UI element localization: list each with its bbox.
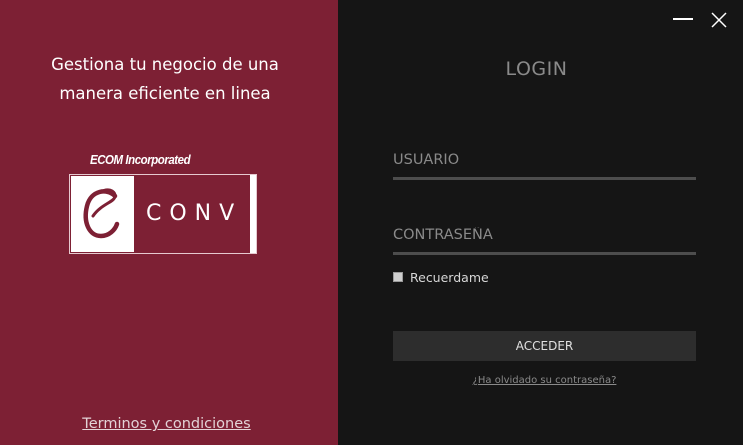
logo-mark-icon (71, 176, 134, 252)
login-title: LOGIN (505, 58, 568, 80)
slogan-line-1: Gestiona tu negocio de una (51, 55, 279, 74)
username-input[interactable] (393, 149, 696, 171)
username-field-group (393, 149, 696, 180)
password-field-group (393, 224, 696, 255)
username-underline (393, 177, 696, 180)
slogan-line-2: manera eficiente en linea (59, 84, 271, 103)
logo-end-bar (250, 175, 256, 253)
window-controls (671, 10, 731, 30)
login-button[interactable]: ACCEDER (393, 331, 696, 361)
forgot-password-link[interactable]: ¿Ha olvidado su contraseña? (393, 375, 696, 386)
password-underline (393, 252, 696, 255)
remember-me-label[interactable]: Recuerdame (410, 270, 489, 285)
company-name: ECOM Incorporated (90, 153, 191, 167)
close-icon[interactable] (709, 10, 729, 30)
login-window: Gestiona tu negocio de una manera eficie… (0, 0, 743, 445)
company-logo: CONV (69, 174, 257, 254)
login-panel: LOGIN Recuerdame ACCEDER ¿Ha olvidado su… (338, 0, 743, 445)
minimize-icon[interactable] (671, 10, 697, 30)
slogan: Gestiona tu negocio de una manera eficie… (0, 50, 330, 108)
branding-panel: Gestiona tu negocio de una manera eficie… (0, 0, 338, 445)
remember-me-checkbox[interactable] (393, 272, 403, 282)
password-input[interactable] (393, 224, 696, 246)
terms-link[interactable]: Terminos y condiciones (0, 416, 333, 432)
logo-text: CONV (146, 201, 243, 226)
